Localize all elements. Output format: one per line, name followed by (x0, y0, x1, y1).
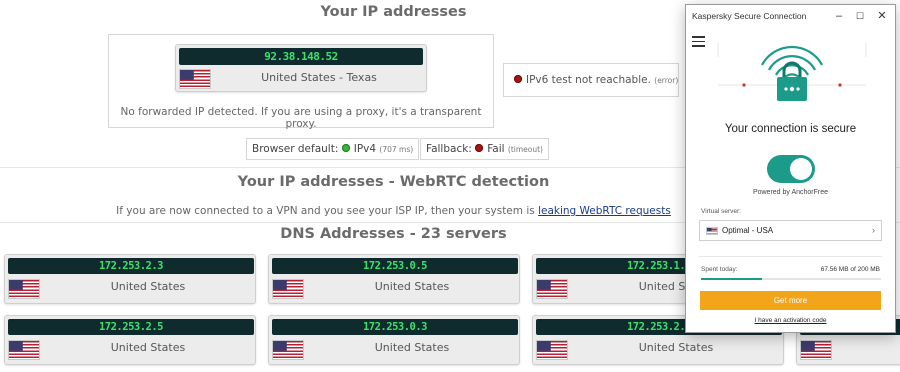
browser-default-value: IPv4 (353, 143, 377, 155)
dns-location: United States (374, 341, 450, 354)
toggle-knob (790, 158, 812, 180)
browser-default-detail: (707 ms) (379, 145, 414, 154)
us-flag-icon (800, 340, 832, 360)
us-flag-icon (272, 279, 304, 299)
dns-location: United States (110, 280, 186, 293)
get-more-button[interactable]: Get more (700, 291, 881, 310)
dns-ip: 172.253.0.5 (272, 258, 518, 274)
dns-card: 172.253.2.3 United States (4, 254, 256, 304)
virtual-server-value: Optimal - USA (722, 226, 774, 235)
kaspersky-window: Kaspersky Secure Connection – ☐ ✕ Your c… (685, 4, 896, 333)
powered-by: Powered by AnchorFree (752, 189, 829, 196)
ip-address: 92.38.148.52 (179, 48, 423, 65)
ip-card: 92.38.148.52 United States - Texas (175, 44, 427, 92)
dns-ip: 172.253.2.3 (8, 258, 254, 274)
menu-icon[interactable] (692, 36, 705, 47)
dns-card: 172.253.0.3 United States (268, 315, 520, 365)
ip-box: 92.38.148.52 United States - Texas No fo… (108, 34, 494, 130)
ip-section-title: Your IP addresses (320, 4, 467, 20)
close-icon[interactable]: ✕ (874, 8, 890, 24)
webrtc-leak-link[interactable]: leaking WebRTC requests (538, 205, 671, 217)
dns-ip: 172.253.2.5 (8, 319, 254, 335)
dns-title: DNS Addresses - 23 servers (280, 226, 507, 242)
activation-code-link[interactable]: I have an activation code (686, 317, 895, 324)
fallback-badge: Fallback: Fail (timeout) (420, 138, 549, 160)
dns-card: 172.253.2.5 United States (4, 315, 256, 365)
virtual-server-select[interactable]: Optimal - USA › (699, 220, 882, 241)
maximize-icon[interactable]: ☐ (852, 8, 868, 24)
ipv6-detail: (error) (654, 76, 679, 85)
proxy-note: No forwarded IP detected. If you are usi… (120, 106, 482, 130)
dns-location: United States (374, 280, 450, 293)
spent-today-label: Spent today: (701, 266, 738, 273)
webrtc-description: If you are now connected to a VPN and yo… (116, 205, 535, 217)
ipv6-status: IPv6 test not reachable. (error) (503, 63, 679, 97)
usage-progress-fill (701, 278, 763, 280)
usage-progress-bar (701, 278, 881, 280)
red-status-dot-icon (514, 75, 522, 83)
dns-location: United States (110, 341, 186, 354)
secure-lock-icon (717, 43, 867, 101)
dns-card: 172.253.0.5 United States (268, 254, 520, 304)
us-flag-icon (706, 227, 718, 235)
connection-status: Your connection is secure (724, 123, 857, 135)
us-flag-icon (8, 279, 40, 299)
red-status-dot-icon (475, 144, 484, 152)
us-flag-icon (536, 279, 568, 299)
divider (699, 256, 882, 257)
browser-default-label: Browser default: (252, 143, 339, 155)
us-flag-icon (8, 340, 40, 360)
ip-location: United States - Texas (261, 71, 377, 84)
titlebar: Kaspersky Secure Connection – ☐ ✕ (686, 5, 895, 29)
fallback-detail: (timeout) (507, 145, 543, 154)
virtual-server-label: Virtual server: (701, 208, 741, 215)
chevron-right-icon: › (872, 225, 875, 235)
us-flag-icon (179, 69, 211, 89)
ipv6-text: IPv6 test not reachable. (526, 74, 651, 86)
window-title: Kaspersky Secure Connection (692, 11, 807, 21)
vpn-toggle[interactable] (767, 155, 815, 183)
us-flag-icon (536, 340, 568, 360)
us-flag-icon (272, 340, 304, 360)
fallback-label: Fallback: (426, 143, 472, 155)
webrtc-text: If you are now connected to a VPN and yo… (0, 205, 787, 217)
fallback-value: Fail (487, 143, 505, 155)
minimize-icon[interactable]: – (831, 8, 847, 24)
green-status-dot-icon (341, 144, 350, 152)
traffic-usage: 67.56 MB of 200 MB (820, 266, 880, 273)
browser-default-badge: Browser default: IPv4 (707 ms) (246, 138, 420, 160)
dns-location: United States (638, 341, 714, 354)
webrtc-title: Your IP addresses - WebRTC detection (237, 174, 550, 190)
dns-ip: 172.253.0.3 (272, 319, 518, 335)
